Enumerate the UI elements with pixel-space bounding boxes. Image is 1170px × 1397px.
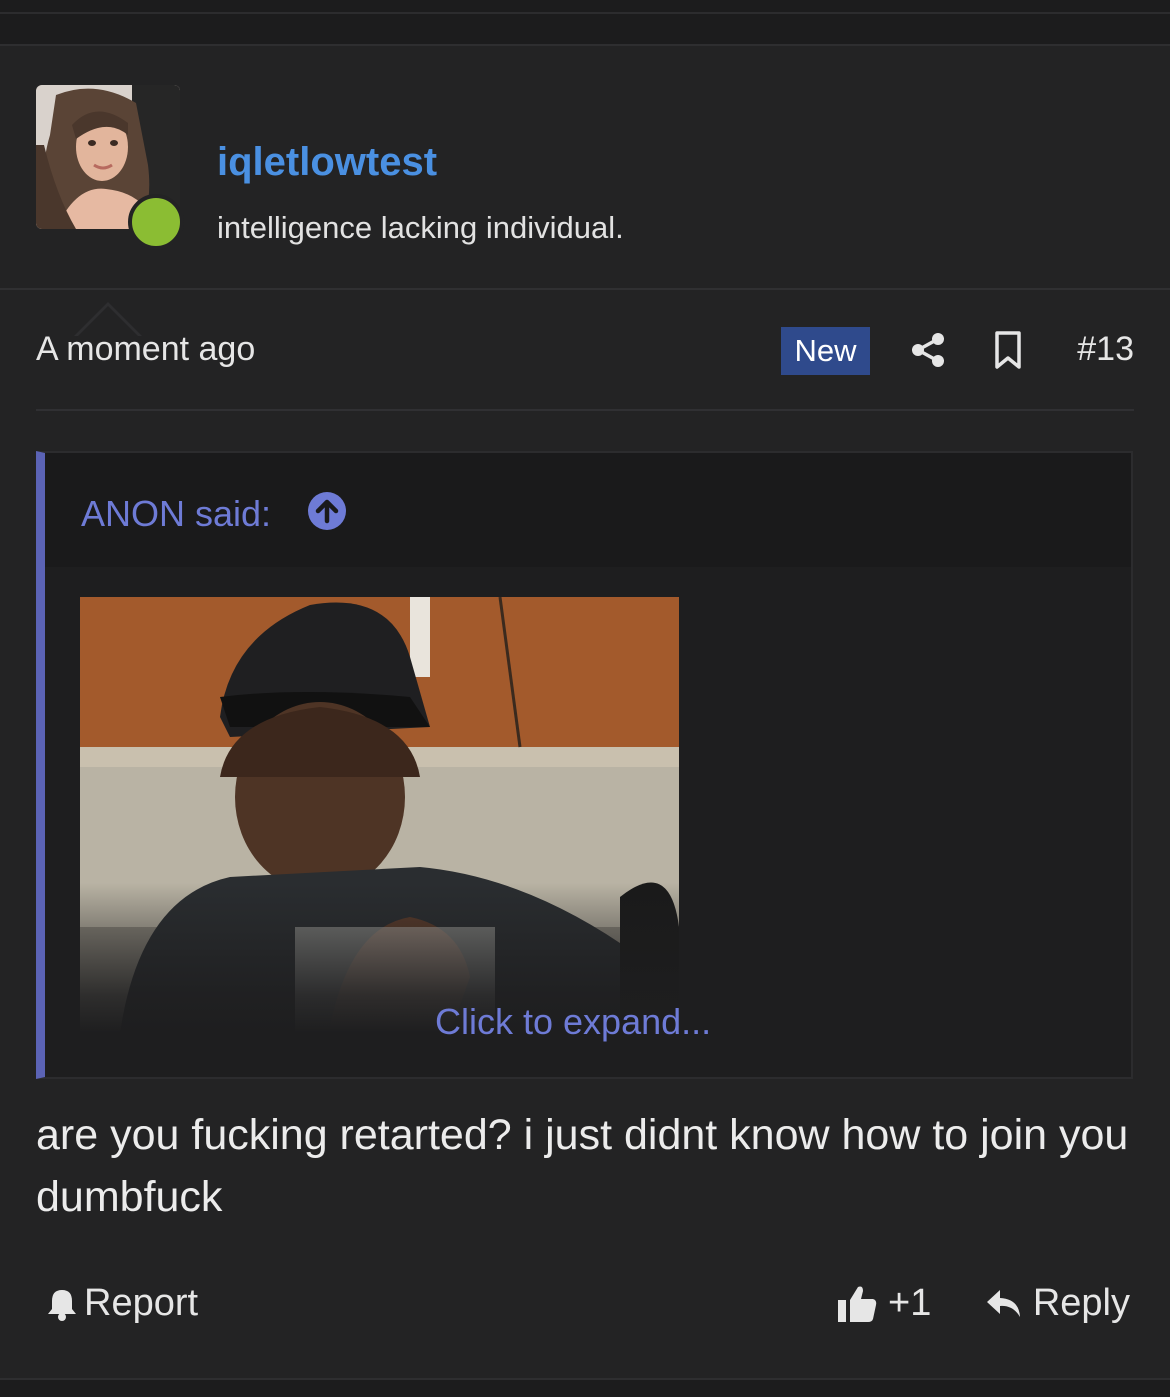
quote-block: ANON said: Click to expand...	[36, 451, 1133, 1079]
divider	[0, 12, 1170, 14]
like-count: +1	[888, 1282, 932, 1324]
reply-label: Reply	[1032, 1282, 1130, 1324]
reply-button[interactable]: Reply	[985, 1282, 1130, 1325]
bookmark-icon[interactable]	[992, 330, 1024, 370]
online-status-icon	[128, 194, 184, 250]
quote-header: ANON said:	[45, 453, 1131, 567]
forum-post-page: iqletlowtest intelligence lacking indivi…	[0, 0, 1170, 1397]
reply-arrow-icon	[986, 1289, 1020, 1317]
post-permalink[interactable]: #13	[1077, 330, 1134, 369]
quoted-gif-image[interactable]	[80, 597, 679, 1033]
next-post-edge	[0, 1378, 1170, 1397]
post-body-text: are you fucking retarted? i just didnt k…	[36, 1111, 1129, 1221]
report-label: Report	[84, 1282, 199, 1324]
post-user-header: iqletlowtest intelligence lacking indivi…	[0, 46, 1170, 338]
divider	[36, 409, 1134, 411]
arrow-up-circle-icon[interactable]	[307, 491, 347, 531]
new-badge: New	[781, 327, 870, 375]
user-title: intelligence lacking individual.	[217, 210, 624, 245]
thumbs-up-icon	[838, 1286, 877, 1322]
bell-icon	[48, 1289, 76, 1321]
previous-post-edge	[0, 0, 1170, 46]
click-to-expand-link[interactable]: Click to expand...	[435, 1001, 711, 1043]
like-button[interactable]: +1	[836, 1282, 931, 1325]
post-actions-bar: Report +1 Reply	[36, 1278, 1134, 1334]
quote-author-link[interactable]: ANON said:	[81, 493, 271, 535]
report-button[interactable]: Report	[46, 1282, 198, 1325]
username-link[interactable]: iqletlowtest	[217, 138, 437, 186]
post-timestamp[interactable]: A moment ago	[36, 330, 255, 369]
post-meta-row: A moment ago New #13	[36, 318, 1134, 384]
share-icon[interactable]	[908, 330, 948, 370]
